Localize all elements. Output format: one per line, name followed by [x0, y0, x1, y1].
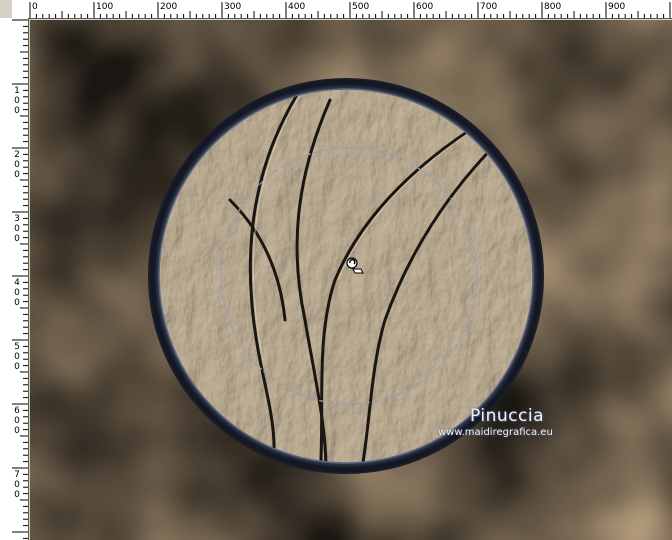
hruler-label-200: 200 — [160, 2, 178, 12]
ruler-corner — [0, 0, 12, 18]
vertical-ruler: 1 0 0 2 0 0 3 0 0 4 0 0 5 0 0 6 0 0 7 0 … — [0, 18, 29, 540]
hruler-label-600: 600 — [416, 2, 434, 12]
hruler-label-300: 300 — [224, 2, 242, 12]
canvas-artwork — [30, 20, 672, 540]
vruler-label-700: 7 0 0 — [14, 470, 20, 500]
hruler-label-0: 0 — [32, 2, 38, 12]
hruler-label-500: 500 — [352, 2, 370, 12]
image-canvas[interactable] — [30, 20, 672, 540]
vruler-label-300: 3 0 0 — [14, 214, 20, 244]
vruler-label-100: 1 0 0 — [14, 86, 20, 116]
vruler-label-400: 4 0 0 — [14, 278, 20, 308]
vruler-label-600: 6 0 0 — [14, 406, 20, 436]
hruler-label-800: 800 — [544, 2, 562, 12]
hruler-label-700: 700 — [480, 2, 498, 12]
hruler-label-100: 100 — [96, 2, 114, 12]
pick-tool-cursor-icon — [345, 256, 365, 276]
hruler-label-400: 400 — [288, 2, 306, 12]
horizontal-ruler: 0 100 200 300 400 500 600 700 800 900 — [12, 0, 672, 19]
hruler-label-900: 900 — [608, 2, 626, 12]
vruler-label-500: 5 0 0 — [14, 342, 20, 372]
vruler-label-200: 2 0 0 — [14, 150, 20, 180]
